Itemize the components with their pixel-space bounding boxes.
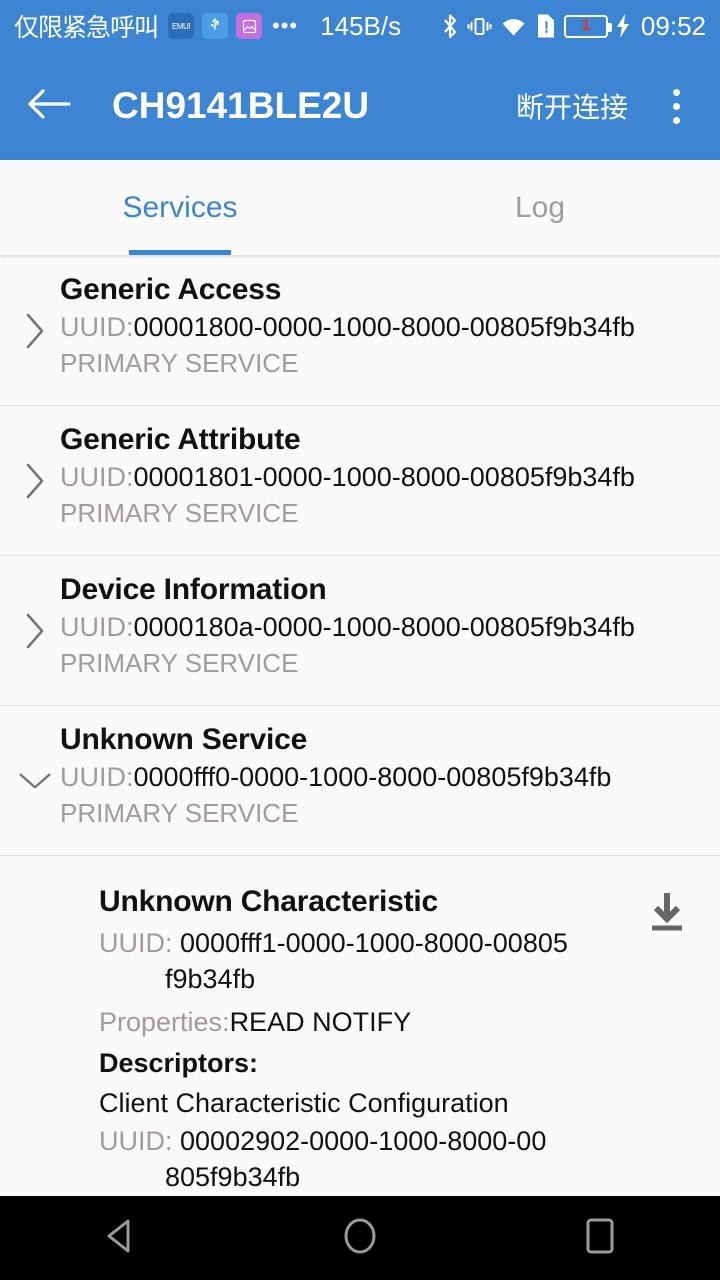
uuid-value-line2: f9b34fb: [165, 963, 256, 994]
chevron-down-icon[interactable]: [18, 706, 52, 855]
descriptors-label: Descriptors:: [99, 1048, 259, 1079]
service-row-generic-access[interactable]: Generic Access UUID:00001800-0000-1000-8…: [0, 256, 720, 406]
tab-services[interactable]: Services: [0, 160, 360, 255]
data-rate-label: 145B/s: [320, 10, 402, 41]
disconnect-button[interactable]: 断开连接: [510, 78, 634, 134]
phone-screen: 仅限紧急呼叫 EMUI ••• 145B/s 1 09:52 CH9141BLE…: [0, 0, 720, 1280]
nav-home-button[interactable]: [300, 1196, 420, 1280]
more-vertical-icon: [672, 88, 680, 96]
status-icon-group: EMUI •••: [168, 13, 298, 39]
nav-back-button[interactable]: [60, 1196, 180, 1280]
characteristic-uuid: UUID: 0000fff1-0000-1000-8000-00805 f9b34…: [99, 926, 569, 997]
descriptor-uuid: UUID: 00002902-0000-1000-8000-00 805f9b34…: [99, 1124, 569, 1195]
back-button[interactable]: [20, 77, 78, 135]
tab-services-label: Services: [122, 190, 238, 224]
tab-log-label: Log: [514, 190, 566, 224]
service-row-device-information[interactable]: Device Information UUID:0000180a-0000-10…: [0, 556, 720, 706]
uuid-label: UUID:: [60, 312, 134, 343]
more-dots-icon: •••: [272, 13, 299, 38]
emui-chip-icon: EMUI: [168, 13, 195, 39]
uuid-value-line2: 805f9b34fb: [165, 1161, 301, 1192]
service-type: PRIMARY SERVICE: [60, 797, 299, 828]
service-type: PRIMARY SERVICE: [60, 347, 299, 378]
tab-bar: Services Log: [0, 160, 720, 256]
service-type: PRIMARY SERVICE: [60, 647, 299, 678]
uuid-value-line1: 0000fff1-0000-1000-8000-00805: [180, 928, 568, 958]
uuid-label: UUID:: [60, 462, 134, 493]
read-characteristic-button[interactable]: [639, 886, 695, 942]
tab-log[interactable]: Log: [360, 160, 720, 255]
wifi-icon: [499, 14, 528, 39]
uuid-value: 00001801-0000-1000-8000-00805f9b34fb: [133, 462, 635, 493]
nav-recents-button[interactable]: [540, 1196, 660, 1280]
chevron-right-icon[interactable]: [18, 256, 52, 405]
status-right-group: 1 09:52: [440, 11, 706, 42]
characteristic-block: Unknown Characteristic UUID: 0000fff1-00…: [0, 856, 720, 1196]
characteristic-properties: Properties:READ NOTIFY: [99, 1005, 700, 1040]
back-triangle-icon: [103, 1218, 137, 1259]
recents-square-icon: [584, 1217, 616, 1260]
battery-indicator: 1: [563, 14, 612, 38]
service-list: Generic Access UUID:00001800-0000-1000-8…: [0, 256, 720, 1196]
service-row-generic-attribute[interactable]: Generic Attribute UUID:00001801-0000-100…: [0, 406, 720, 556]
service-uuid-row: UUID:00001801-0000-1000-8000-00805f9b34f…: [60, 459, 720, 495]
chevron-right-icon[interactable]: [18, 556, 52, 705]
uuid-label: UUID:: [60, 612, 134, 643]
page-title: CH9141BLE2U: [112, 85, 370, 126]
service-name: Generic Attribute: [60, 423, 301, 456]
charging-bolt-icon: [615, 13, 631, 39]
services-scroll-area[interactable]: Generic Access UUID:00001800-0000-1000-8…: [0, 256, 720, 1196]
service-type: PRIMARY SERVICE: [60, 497, 299, 528]
clock-label: 09:52: [640, 10, 706, 41]
service-row-unknown-service[interactable]: Unknown Service UUID:0000fff0-0000-1000-…: [0, 706, 720, 856]
chevron-right-icon[interactable]: [18, 406, 52, 555]
battery-level-label: 1: [581, 17, 591, 34]
uuid-label: UUID:: [99, 928, 173, 958]
arrow-left-icon: [27, 87, 71, 126]
screenshot-icon: [236, 13, 263, 39]
uuid-label: UUID:: [99, 1125, 173, 1156]
uuid-label: UUID:: [60, 762, 134, 793]
status-bar: 仅限紧急呼叫 EMUI ••• 145B/s 1 09:52: [0, 0, 720, 52]
carrier-label: 仅限紧急呼叫: [14, 14, 159, 42]
descriptor-item: Client Characteristic Configuration UUID…: [99, 1085, 700, 1195]
usb-icon: [202, 13, 229, 39]
service-name: Generic Access: [60, 273, 282, 306]
characteristic-name: Unknown Characteristic: [99, 885, 439, 918]
download-icon: [644, 889, 690, 940]
uuid-value: 00001800-0000-1000-8000-00805f9b34fb: [133, 312, 635, 343]
descriptor-name: Client Characteristic Configuration: [99, 1088, 509, 1119]
vibrate-icon: [467, 13, 492, 40]
uuid-value-line1: 00002902-0000-1000-8000-00: [180, 1125, 547, 1156]
service-uuid-row: UUID:00001800-0000-1000-8000-00805f9b34f…: [60, 309, 720, 345]
home-circle-icon: [343, 1217, 377, 1260]
uuid-value: 0000180a-0000-1000-8000-00805f9b34fb: [133, 612, 635, 643]
service-name: Unknown Service: [60, 723, 308, 756]
service-uuid-row: UUID:0000fff0-0000-1000-8000-00805f9b34f…: [60, 759, 720, 795]
uuid-value: 0000fff0-0000-1000-8000-00805f9b34fb: [133, 762, 612, 793]
overflow-menu-button[interactable]: [652, 77, 700, 135]
sim-card-icon: [535, 13, 557, 39]
properties-value: READ NOTIFY: [229, 1007, 412, 1038]
service-name: Device Information: [60, 573, 327, 606]
app-bar: CH9141BLE2U 断开连接: [0, 52, 720, 160]
bluetooth-icon: [440, 12, 460, 41]
properties-label: Properties:: [99, 1007, 230, 1038]
android-nav-bar: [0, 1196, 720, 1280]
service-uuid-row: UUID:0000180a-0000-1000-8000-00805f9b34f…: [60, 609, 720, 645]
